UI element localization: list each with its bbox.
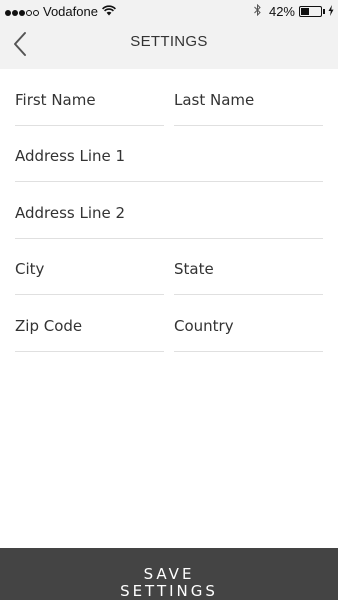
city-field-wrapper [15, 238, 164, 295]
carrier-name: Vodafone [43, 4, 98, 19]
zip-code-field[interactable] [15, 295, 164, 351]
last-name-field[interactable] [174, 69, 323, 125]
status-bar: Vodafone 42% [0, 0, 338, 22]
country-field-wrapper [174, 295, 323, 352]
address-line-1-field-wrapper [15, 125, 323, 182]
address-line-2-field[interactable] [15, 182, 323, 238]
signal-dot [26, 10, 32, 16]
address-line-1-row [0, 125, 338, 182]
status-right: 42% [254, 3, 334, 19]
country-field[interactable] [174, 295, 323, 351]
signal-strength-icon [5, 4, 40, 19]
city-state-row [0, 238, 338, 295]
signal-dot [12, 10, 18, 16]
state-field-wrapper [174, 238, 323, 295]
state-field[interactable] [174, 238, 323, 294]
navigation-bar: SETTINGS [0, 22, 338, 69]
address-line-1-field[interactable] [15, 125, 323, 181]
signal-dot [33, 10, 39, 16]
zip-code-field-wrapper [15, 295, 164, 352]
signal-dot [19, 10, 25, 16]
save-button-label-line-2: SETTINGS [120, 582, 218, 600]
status-left: Vodafone [5, 4, 116, 19]
wifi-icon [101, 4, 116, 19]
city-field[interactable] [15, 238, 164, 294]
first-name-field-wrapper [15, 69, 164, 126]
first-name-field[interactable] [15, 69, 164, 125]
last-name-field-wrapper [174, 69, 323, 126]
name-row [0, 69, 338, 126]
signal-dot [5, 10, 11, 16]
zip-country-row [0, 295, 338, 352]
address-line-2-field-wrapper [15, 182, 323, 239]
settings-form [0, 69, 338, 352]
save-button-label-line-1: SAVE [143, 565, 195, 583]
bluetooth-icon [254, 3, 261, 19]
battery-percent: 42% [268, 4, 295, 19]
page-title: SETTINGS [130, 33, 208, 50]
battery-cap [323, 9, 325, 14]
battery-fill [301, 8, 309, 15]
address-line-2-row [0, 182, 338, 239]
charging-bolt-icon [328, 4, 334, 19]
save-settings-button[interactable]: SAVE SETTINGS [0, 548, 338, 600]
battery-icon [299, 6, 322, 17]
